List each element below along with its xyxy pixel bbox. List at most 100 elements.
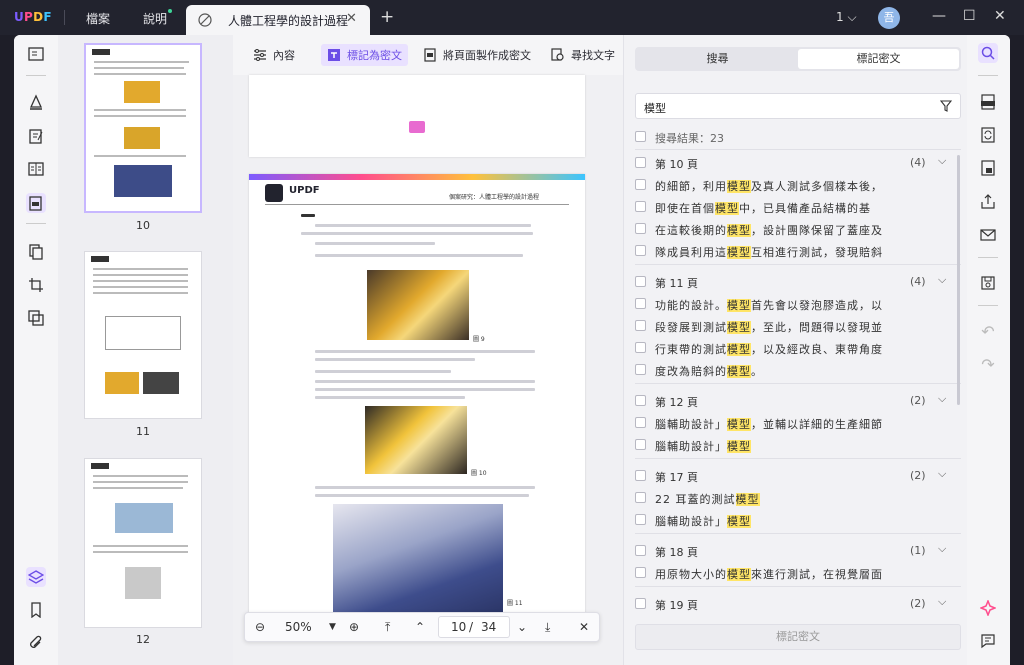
result-item[interactable]: 腦輔助設計」模型，並輔以詳細的生產細節: [635, 413, 961, 433]
avatar[interactable]: 吾: [878, 7, 900, 29]
attachment-icon[interactable]: [26, 633, 46, 653]
result-group-header[interactable]: 第 11 頁 (4) ⌵: [635, 272, 961, 292]
save-icon[interactable]: [978, 273, 998, 293]
group-checkbox[interactable]: [635, 276, 646, 287]
mark-redaction-button[interactable]: 標記密文: [635, 624, 961, 650]
result-item[interactable]: 即使在首個模型中，已具備產品結構的基: [635, 197, 961, 217]
result-checkbox[interactable]: [635, 492, 646, 503]
minimize-icon[interactable]: —: [932, 8, 946, 24]
close-tab-icon[interactable]: ✕: [346, 11, 357, 26]
redo-icon[interactable]: ↷: [978, 354, 998, 374]
new-tab-icon[interactable]: +: [380, 7, 394, 27]
previous-page-icon[interactable]: ⌃: [415, 620, 425, 634]
tab-search[interactable]: 搜尋: [637, 49, 798, 69]
result-item[interactable]: 腦輔助設計」模型: [635, 435, 961, 455]
redact-icon[interactable]: [26, 193, 46, 213]
result-item[interactable]: 功能的設計。模型首先會以發泡膠造成，以: [635, 294, 961, 314]
chevron-down-icon[interactable]: ⌵: [938, 392, 946, 406]
chevron-down-icon[interactable]: ⌵: [938, 154, 946, 168]
result-checkbox[interactable]: [635, 245, 646, 256]
result-group-header[interactable]: 第 17 頁 (2) ⌵: [635, 466, 961, 486]
result-group-header[interactable]: 第 18 頁 (1) ⌵: [635, 541, 961, 561]
close-window-icon[interactable]: ✕: [994, 8, 1006, 24]
result-checkbox[interactable]: [635, 567, 646, 578]
email-icon[interactable]: [978, 225, 998, 245]
group-checkbox[interactable]: [635, 395, 646, 406]
page-number-input[interactable]: [438, 616, 510, 638]
result-item[interactable]: 的細節，利用模型及真人測試多個樣本後，: [635, 175, 961, 195]
result-item[interactable]: 段發展到測試模型，至此，問題得以發現並: [635, 316, 961, 336]
result-item[interactable]: 行東帶的測試模型，以及經改良、東帶角度: [635, 338, 961, 358]
result-group-header[interactable]: 第 12 頁 (2) ⌵: [635, 391, 961, 411]
ocr-icon[interactable]: [978, 92, 998, 112]
search-input[interactable]: 模型: [635, 93, 961, 119]
select-all-checkbox[interactable]: [635, 131, 646, 142]
window-count[interactable]: 1 ⌵: [836, 10, 857, 25]
close-icon[interactable]: ✕: [579, 620, 589, 634]
zoom-in-icon[interactable]: ⊕: [349, 620, 359, 634]
mark-redaction-button[interactable]: 標記為密文: [321, 44, 408, 66]
comment-icon[interactable]: [26, 92, 46, 112]
page-thumbnail[interactable]: [84, 43, 202, 213]
result-checkbox[interactable]: [635, 342, 646, 353]
zoom-dropdown-icon[interactable]: ▼: [329, 622, 336, 632]
tools-icon[interactable]: [26, 308, 46, 328]
scrollbar[interactable]: [957, 155, 960, 405]
feedback-icon[interactable]: [978, 631, 998, 651]
find-text-button[interactable]: 尋找文字: [545, 44, 621, 66]
chevron-down-icon[interactable]: ⌵: [938, 273, 946, 287]
result-checkbox[interactable]: [635, 298, 646, 309]
bookmark-icon[interactable]: [26, 600, 46, 620]
layers-icon[interactable]: [26, 567, 46, 587]
page-thumbnail[interactable]: [84, 251, 202, 419]
menu-file[interactable]: 檔案: [86, 10, 110, 27]
organize-pages-icon[interactable]: [26, 242, 46, 262]
filter-icon[interactable]: [940, 100, 952, 112]
first-page-icon[interactable]: ⤒: [385, 620, 390, 635]
result-checkbox[interactable]: [635, 364, 646, 375]
group-checkbox[interactable]: [635, 470, 646, 481]
result-checkbox[interactable]: [635, 223, 646, 234]
page-thumbnail[interactable]: [84, 458, 202, 628]
result-group-header[interactable]: 第 10 頁 (4) ⌵: [635, 153, 961, 173]
result-item[interactable]: 22 耳蓋的測試模型: [635, 488, 961, 508]
undo-icon[interactable]: ↶: [978, 321, 998, 341]
crop-icon[interactable]: [26, 275, 46, 295]
share-icon[interactable]: [978, 192, 998, 212]
result-item[interactable]: 度改為賠斜的模型。: [635, 360, 961, 380]
chevron-down-icon[interactable]: ⌵: [938, 595, 946, 609]
form-icon[interactable]: [26, 159, 46, 179]
result-item[interactable]: 用原物大小的模型來進行測試，在視覺層面: [635, 563, 961, 583]
group-checkbox[interactable]: [635, 598, 646, 609]
redact-pages-button[interactable]: 將頁面製作成密文: [417, 44, 537, 66]
document-tab[interactable]: 人體工程學的設計過程 ✕: [186, 5, 370, 35]
reader-icon[interactable]: [26, 44, 46, 64]
outline-button[interactable]: 內容: [247, 44, 301, 66]
edit-pdf-icon[interactable]: [26, 126, 46, 146]
convert-icon[interactable]: [978, 125, 998, 145]
result-checkbox[interactable]: [635, 439, 646, 450]
ai-assistant-icon[interactable]: [978, 598, 998, 618]
tab-redact[interactable]: 標記密文: [798, 49, 959, 69]
result-checkbox[interactable]: [635, 514, 646, 525]
search-icon[interactable]: [978, 43, 998, 63]
next-page-icon[interactable]: ⌄: [517, 620, 527, 634]
result-item[interactable]: 隊成員利用這模型互相進行測試，發現賠斜: [635, 241, 961, 261]
result-checkbox[interactable]: [635, 417, 646, 428]
result-item[interactable]: 腦輔助設計」模型: [635, 510, 961, 530]
result-checkbox[interactable]: [635, 320, 646, 331]
group-checkbox[interactable]: [635, 545, 646, 556]
group-checkbox[interactable]: [635, 157, 646, 168]
chevron-down-icon[interactable]: ⌵: [938, 467, 946, 481]
select-all-row[interactable]: 搜尋結果：23: [635, 127, 961, 147]
chevron-down-icon[interactable]: ⌵: [938, 542, 946, 556]
result-item[interactable]: 在這較後期的模型，設計團隊保留了蓋座及: [635, 219, 961, 239]
result-group-header[interactable]: 第 19 頁 (2) ⌵: [635, 594, 961, 614]
menu-help[interactable]: 說明: [143, 10, 167, 27]
maximize-icon[interactable]: ☐: [963, 8, 976, 24]
zoom-level[interactable]: 50%: [285, 620, 312, 634]
zoom-out-icon[interactable]: ⊖: [255, 620, 265, 634]
result-checkbox[interactable]: [635, 179, 646, 190]
last-page-icon[interactable]: ⤓: [545, 620, 550, 635]
protect-icon[interactable]: [978, 158, 998, 178]
